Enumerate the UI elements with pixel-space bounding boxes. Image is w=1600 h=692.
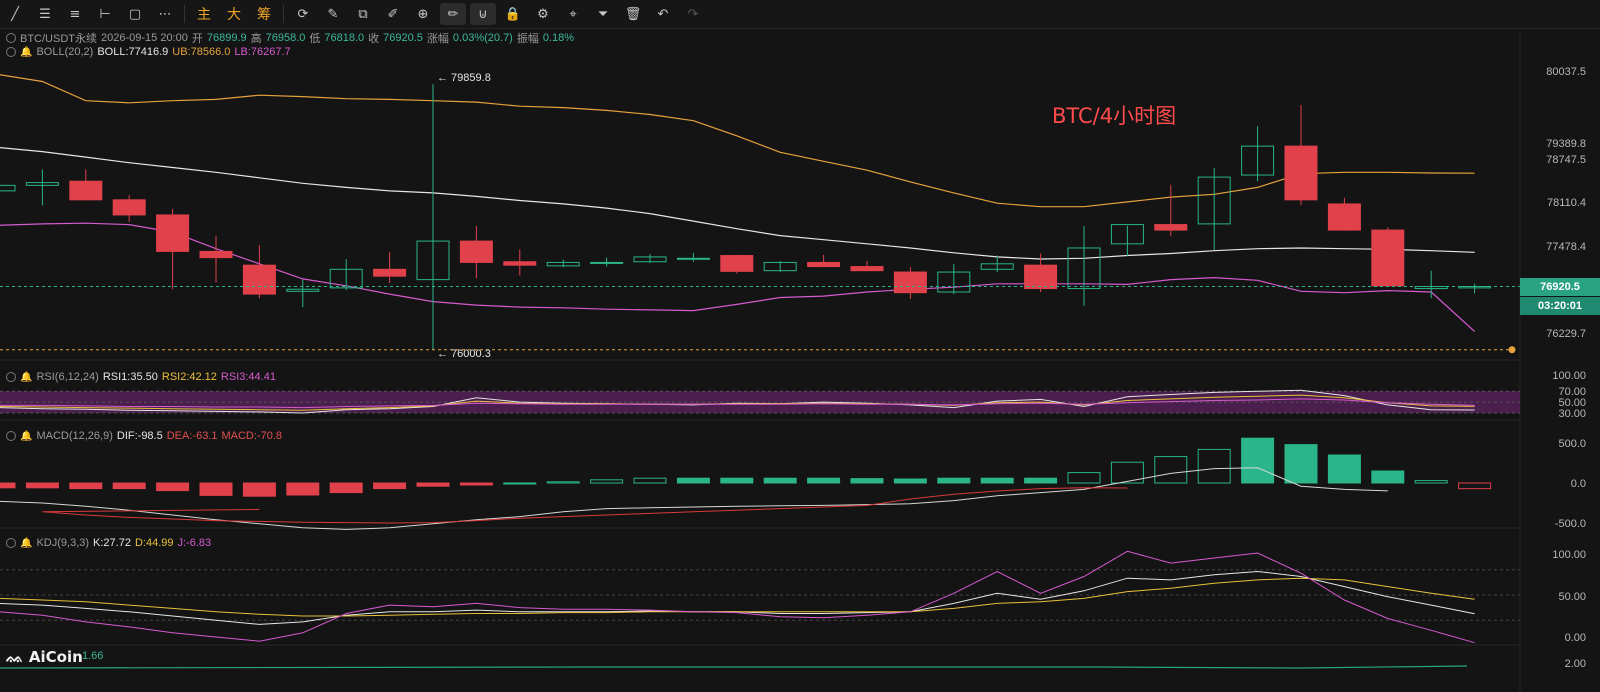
price-axis-tick: 80037.5 bbox=[1546, 66, 1586, 78]
macd-axis-tick: 500.0 bbox=[1558, 438, 1586, 450]
macd-histogram-bar bbox=[676, 477, 710, 484]
kdj-axis-tick: 0.00 bbox=[1564, 632, 1586, 644]
candle-body bbox=[1154, 224, 1188, 231]
macd-histogram-bar bbox=[807, 477, 841, 484]
candle-body bbox=[1284, 145, 1318, 201]
kdj-axis-tick: 100.00 bbox=[1552, 549, 1586, 561]
macd-histogram-bar bbox=[199, 482, 233, 496]
price-axis-tick: 77478.4 bbox=[1546, 241, 1586, 253]
macd-histogram-bar bbox=[1284, 444, 1318, 484]
candle-body bbox=[1327, 203, 1361, 231]
macd-histogram-bar bbox=[1241, 437, 1275, 484]
vol-legend: 1.66 bbox=[82, 650, 103, 662]
kdj-line-d bbox=[0, 577, 1475, 617]
macd-histogram-bar bbox=[286, 482, 320, 496]
vol-axis-tick: 2.00 bbox=[1564, 658, 1586, 670]
candle-body bbox=[242, 264, 276, 295]
aicoin-logo: ᨐ AiCoin bbox=[6, 648, 83, 666]
macd-histogram-bar bbox=[1197, 448, 1231, 484]
rsi-axis-tick: 30.00 bbox=[1558, 408, 1586, 420]
candle-body bbox=[850, 266, 884, 272]
rsi-axis-tick: 100.00 bbox=[1552, 370, 1586, 382]
candle-body bbox=[373, 268, 407, 277]
price-axis-tick: 76229.7 bbox=[1546, 328, 1586, 340]
macd-histogram-bar bbox=[720, 477, 754, 484]
candle-body bbox=[199, 250, 233, 259]
macd-histogram-bar bbox=[1154, 456, 1188, 484]
macd-histogram-bar bbox=[590, 479, 624, 484]
chart-canvas[interactable]: ← 79859.8 ← 76000.3 bbox=[0, 0, 1600, 692]
low-marker-label: ← 76000.3 bbox=[437, 348, 491, 360]
candle-body bbox=[720, 255, 754, 272]
boll-lower-line bbox=[0, 222, 1476, 332]
macd-histogram-bar bbox=[1327, 454, 1361, 484]
macd-histogram-bar bbox=[937, 477, 971, 484]
macd-histogram-bar bbox=[546, 481, 580, 484]
macd-histogram-bar bbox=[1371, 470, 1405, 484]
kdj-line-k bbox=[0, 570, 1475, 625]
macd-histogram-bar bbox=[980, 477, 1014, 484]
candle-body bbox=[156, 214, 190, 252]
candle-body bbox=[590, 261, 624, 264]
volume-indicator-line bbox=[0, 665, 1468, 669]
candle-body bbox=[503, 261, 537, 266]
macd-histogram-bar bbox=[112, 482, 146, 490]
macd-histogram-bar bbox=[242, 482, 276, 497]
price-axis-tick: 78747.5 bbox=[1546, 154, 1586, 166]
vol-value: 1.66 bbox=[82, 650, 104, 662]
boll-upper-line bbox=[0, 74, 1475, 208]
macd-histogram-bar bbox=[0, 482, 16, 489]
candle-body bbox=[807, 261, 841, 268]
macd-histogram-bar bbox=[1110, 461, 1144, 484]
chart-annotation: BTC/4小时图 bbox=[1052, 104, 1177, 128]
price-axis-tick: 78110.4 bbox=[1547, 197, 1586, 209]
candle-body bbox=[0, 184, 16, 192]
macd-histogram-bar bbox=[633, 477, 667, 484]
candle-body bbox=[459, 240, 493, 263]
macd-histogram-bar bbox=[763, 477, 797, 484]
alert-dot bbox=[1508, 346, 1516, 354]
macd-histogram-bar bbox=[1458, 482, 1492, 490]
candle-body bbox=[1371, 229, 1405, 287]
candle-body bbox=[1024, 264, 1058, 290]
candle-body bbox=[112, 199, 146, 216]
macd-histogram-bar bbox=[893, 478, 927, 484]
boll-mid-line bbox=[0, 146, 1475, 260]
macd-histogram-bar bbox=[850, 478, 884, 484]
candle-body bbox=[69, 180, 103, 201]
macd-histogram-bar bbox=[25, 482, 59, 489]
macd-axis-tick: -500.0 bbox=[1554, 518, 1586, 530]
current-price-tag: 76920.5 bbox=[1520, 278, 1600, 296]
high-marker-label: ← 79859.8 bbox=[437, 72, 491, 84]
macd-histogram-bar bbox=[1024, 477, 1058, 484]
macd-histogram-bar bbox=[1414, 480, 1448, 484]
macd-histogram-bar bbox=[1067, 472, 1101, 484]
candle-body bbox=[893, 271, 927, 294]
logo-mark-icon: ᨐ bbox=[6, 648, 24, 666]
kdj-axis-tick: 50.00 bbox=[1558, 591, 1586, 603]
macd-histogram-bar bbox=[459, 482, 493, 486]
macd-histogram-bar bbox=[69, 482, 103, 490]
candle-countdown-tag: 03:20:01 bbox=[1520, 297, 1600, 315]
macd-histogram-bar bbox=[156, 482, 190, 492]
logo-text: AiCoin bbox=[28, 648, 83, 666]
macd-histogram-bar bbox=[416, 482, 450, 487]
macd-histogram-bar bbox=[373, 482, 407, 490]
kdj-line-j bbox=[0, 550, 1475, 644]
macd-axis-tick: 0.0 bbox=[1570, 478, 1586, 490]
macd-histogram-bar bbox=[329, 482, 363, 494]
macd-histogram-bar bbox=[503, 482, 537, 485]
price-axis-tick: 79389.8 bbox=[1546, 138, 1586, 150]
candle-body bbox=[676, 257, 710, 260]
